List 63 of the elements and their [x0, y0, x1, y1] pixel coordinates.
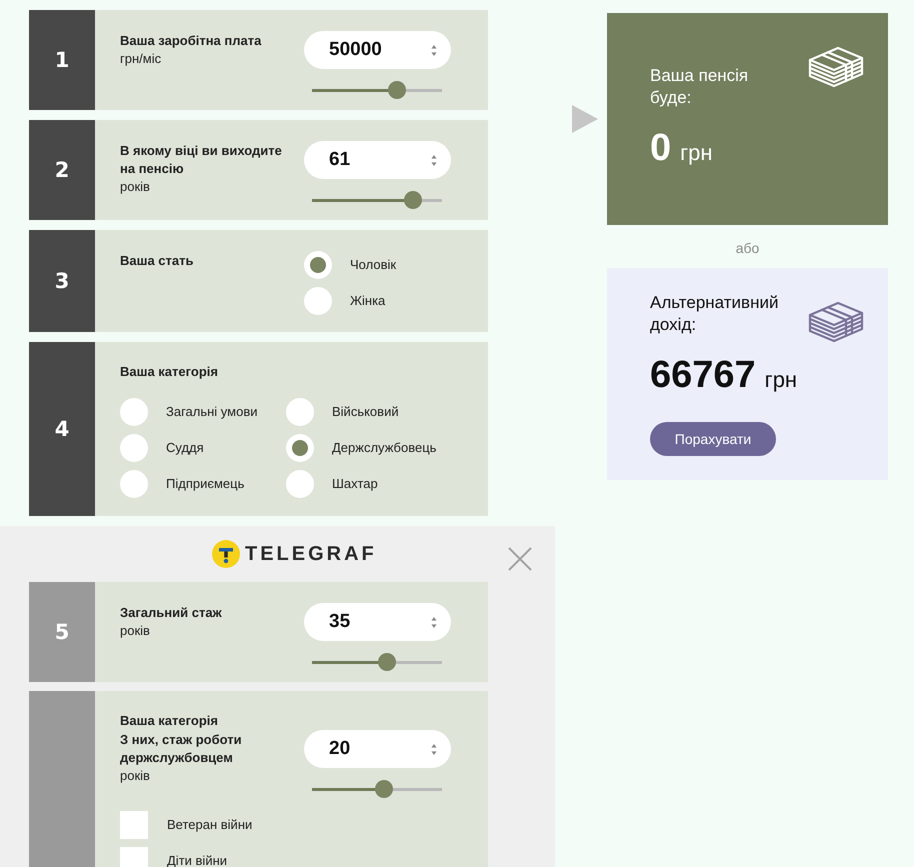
slider[interactable] [312, 780, 442, 798]
stepper-arrows-icon [431, 154, 437, 166]
slider[interactable] [312, 191, 442, 209]
money-stack-icon [808, 44, 864, 88]
radio-button[interactable] [120, 470, 148, 498]
number-input[interactable]: 20 [304, 730, 451, 768]
number-input[interactable]: 35 [304, 603, 451, 641]
field-label: Ваша заробітна плата [120, 32, 262, 50]
radio-button[interactable] [286, 434, 314, 462]
step-number: 1 [54, 48, 70, 72]
logo-icon [212, 540, 240, 568]
step-number: 3 [54, 269, 70, 293]
radio-button[interactable] [286, 470, 314, 498]
section-title: Ваша категорія [120, 363, 218, 381]
calculate-button[interactable]: Порахувати [650, 422, 776, 456]
field-label: Ваша стать [120, 252, 194, 270]
result-title: Альтернативний дохід: [650, 292, 780, 336]
option-label: Загальні умови [166, 404, 258, 420]
money-stack-icon [808, 299, 864, 343]
option-label: Військовий [332, 404, 399, 420]
amount-value: 0 [650, 128, 672, 168]
radio-button[interactable] [120, 398, 148, 426]
slider-thumb[interactable] [404, 191, 422, 209]
stepper-arrows-icon [431, 616, 437, 628]
checkbox[interactable] [120, 847, 148, 867]
slider[interactable] [312, 81, 442, 99]
option-label: Держслужбовець [332, 440, 436, 456]
number-input[interactable]: 50000 [304, 31, 451, 69]
section-title: Ваша категорія [120, 712, 218, 730]
step-number: 4 [54, 417, 70, 441]
radio-button[interactable] [304, 287, 332, 315]
logo-text: TELEGRAF [245, 542, 377, 566]
slider-thumb[interactable] [374, 780, 392, 798]
field-label: Загальний стаж [120, 604, 222, 622]
currency-label: грн [680, 139, 713, 167]
radio-button[interactable] [304, 251, 332, 279]
unit-label: років [120, 622, 150, 640]
stepper-arrows-icon [431, 44, 437, 56]
separator-text: або [736, 240, 760, 256]
result-title: Ваша пенсія буде: [650, 65, 750, 109]
checkbox[interactable] [120, 811, 148, 839]
slider-thumb[interactable] [388, 81, 406, 99]
checkbox-label: Ветеран війни [167, 817, 252, 833]
number-input[interactable]: 61 [304, 141, 451, 179]
pointer-arrow-icon [572, 105, 598, 133]
step-number: 5 [54, 620, 70, 644]
option-label: Чоловік [350, 257, 396, 273]
amount-value: 66767 [650, 355, 756, 395]
slider[interactable] [312, 653, 442, 671]
option-label: Жінка [350, 293, 386, 309]
option-label: Шахтар [332, 476, 378, 492]
stepper-arrows-icon [431, 742, 437, 756]
currency-label: грн [764, 366, 798, 394]
radio-button[interactable] [120, 434, 148, 462]
unit-label: грн/міс [120, 50, 162, 68]
slider-thumb[interactable] [378, 653, 396, 671]
radio-button[interactable] [286, 398, 314, 426]
option-label: Суддя [166, 440, 204, 456]
unit-label: років [120, 178, 150, 196]
step-number: 2 [54, 158, 70, 182]
close-icon[interactable] [508, 547, 532, 571]
option-label: Підприємець [166, 476, 244, 492]
unit-label: років [120, 767, 150, 785]
